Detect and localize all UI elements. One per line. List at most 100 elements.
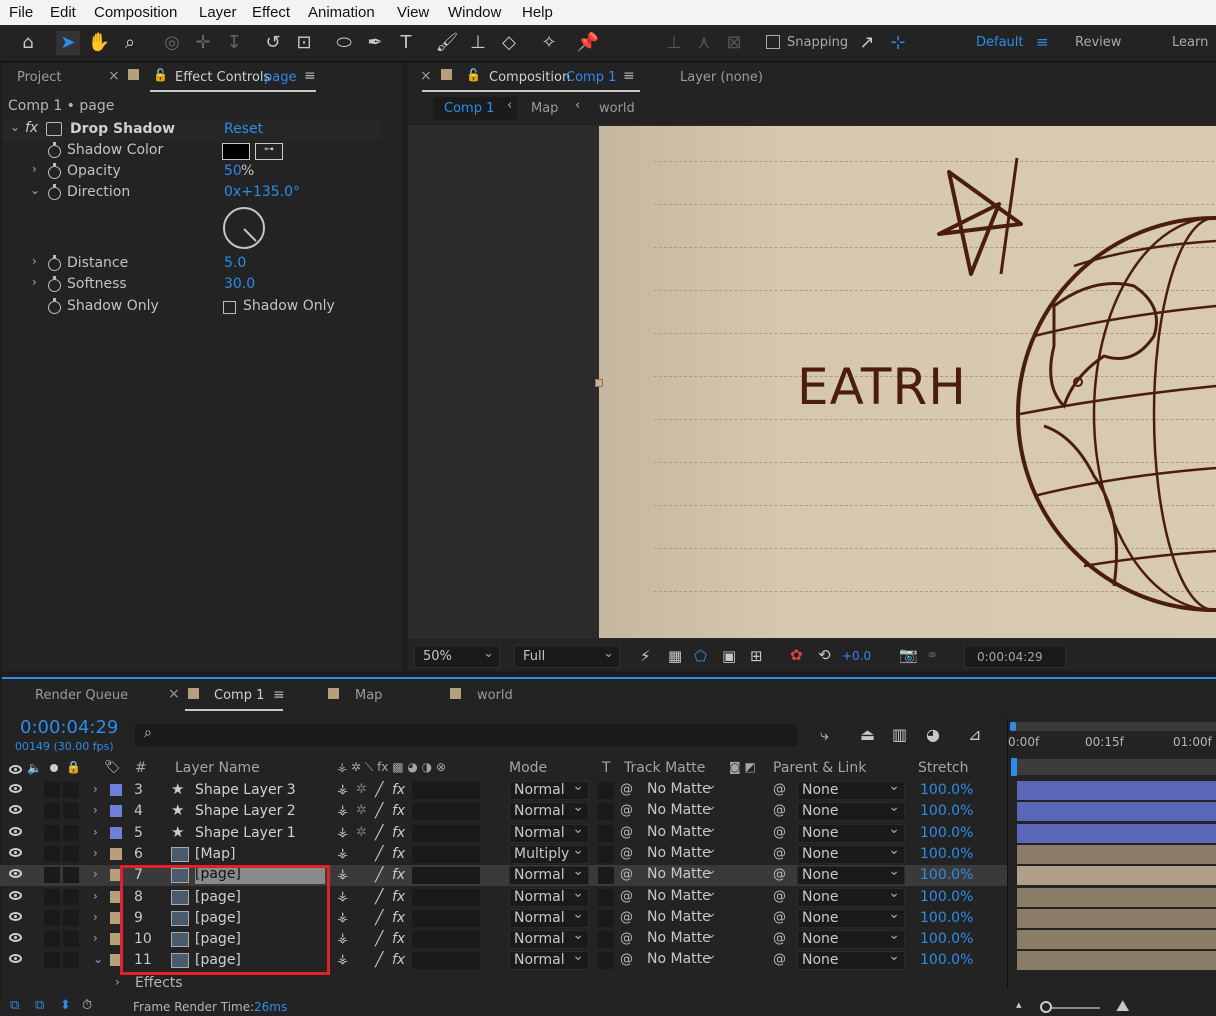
transparency-grid-icon[interactable]: ▦	[668, 647, 682, 665]
chevron-right-icon[interactable]: ›	[93, 889, 98, 903]
matte-pickwhip-icon[interactable]: @	[620, 910, 633, 925]
stopwatch-icon[interactable]	[48, 142, 61, 158]
menu-file[interactable]: File	[9, 4, 33, 21]
brush-tool-icon[interactable]: 🖌	[435, 31, 459, 55]
tab-world[interactable]: world	[477, 688, 513, 703]
quality-switch-icon[interactable]: ╱	[375, 910, 383, 926]
workspace-default[interactable]: Default	[976, 35, 1024, 50]
track-matte-dropdown[interactable]: No Matte	[643, 947, 721, 970]
menu-layer[interactable]: Layer	[199, 4, 237, 21]
fx-icon[interactable]: fx	[25, 120, 38, 136]
fx-switch-icon[interactable]: fx	[392, 782, 405, 798]
stretch-value[interactable]: 100.0%	[920, 931, 973, 947]
menu-edit[interactable]: Edit	[50, 4, 76, 21]
fast-preview-icon[interactable]: ⚡	[640, 647, 651, 665]
clone-stamp-tool-icon[interactable]: ⊥	[466, 31, 490, 55]
matte-pickwhip-icon[interactable]: @	[620, 803, 633, 818]
quality-switch-icon[interactable]: ╱	[375, 846, 383, 862]
matte-pickwhip-icon[interactable]: @	[620, 931, 633, 946]
switch-cells[interactable]	[412, 909, 480, 927]
current-timecode[interactable]: 0:00:04:29	[20, 717, 118, 738]
eyedropper-icon[interactable]: ⊶	[255, 143, 283, 160]
solo-icon[interactable]	[50, 764, 58, 772]
parent-dropdown[interactable]: None	[797, 927, 905, 950]
parent-dropdown[interactable]: None	[797, 863, 905, 886]
eye-icon[interactable]	[9, 784, 22, 793]
switch-cells[interactable]	[412, 824, 480, 842]
layer-duration-bar[interactable]	[1017, 887, 1216, 907]
quality-switch-icon[interactable]: ╱	[375, 931, 383, 947]
shy-switch-icon[interactable]: ⚶	[337, 867, 348, 882]
panel-menu-icon[interactable]: ≡	[623, 68, 635, 84]
chevron-right-icon[interactable]: ›	[93, 803, 98, 817]
switch-cells[interactable]	[412, 782, 480, 799]
layer-name[interactable]: [Map]	[195, 846, 325, 862]
parent-dropdown[interactable]: None	[797, 885, 905, 907]
stretch-value[interactable]: 100.0%	[920, 889, 973, 905]
zoom-slider[interactable]	[1044, 1007, 1100, 1009]
matte-pickwhip-icon[interactable]: @	[620, 846, 633, 861]
mask-visibility-icon[interactable]: ⬠	[694, 647, 707, 665]
softness-value[interactable]: 30.0	[224, 276, 255, 292]
stopwatch-icon[interactable]	[48, 298, 61, 314]
parent-dropdown[interactable]: None	[797, 948, 905, 971]
fx-switch-icon[interactable]: fx	[392, 846, 405, 862]
crumb-world[interactable]: world	[599, 101, 635, 116]
menu-effect[interactable]: Effect	[252, 4, 290, 21]
matte-pickwhip-icon[interactable]: @	[620, 952, 633, 967]
fx-switch-icon[interactable]: fx	[392, 825, 405, 841]
opacity-value[interactable]: 50	[224, 163, 242, 179]
switch-cells[interactable]	[412, 845, 480, 863]
stopwatch-icon[interactable]	[48, 276, 61, 292]
world-axis-icon[interactable]: ⋏	[692, 31, 716, 55]
fx-switch-icon[interactable]: fx	[392, 803, 405, 819]
type-tool-icon[interactable]: T	[394, 31, 418, 55]
fx-switch-icon[interactable]: fx	[392, 952, 405, 968]
panel-menu-icon[interactable]: ≡	[273, 687, 285, 703]
lock-icon[interactable]: 🔓	[466, 68, 481, 82]
tab-map[interactable]: Map	[355, 688, 382, 703]
puppet-pin-tool-icon[interactable]: 📌	[576, 31, 600, 55]
channel-icon[interactable]: ✿	[790, 646, 803, 664]
tab-layer[interactable]: Layer (none)	[680, 70, 763, 85]
audio-switch[interactable]	[44, 803, 60, 820]
expand-icon[interactable]: ↗	[855, 31, 879, 55]
matte-pickwhip-icon[interactable]: @	[620, 782, 633, 797]
close-icon[interactable]: ×	[168, 686, 180, 702]
mode-dropdown[interactable]: Normal	[509, 885, 589, 907]
quality-switch-icon[interactable]: ╱	[375, 803, 383, 819]
lock-icon[interactable]: 🔒	[66, 760, 81, 774]
eye-icon[interactable]	[9, 847, 22, 857]
chevron-right-icon[interactable]: ›	[32, 275, 37, 289]
layer-row[interactable]: › 3 ★ Shape Layer 3 ⚶ ✲ ╱ fx Normal @ No…	[0, 777, 1216, 801]
eraser-tool-icon[interactable]: ◇	[497, 31, 521, 55]
shy-switch-icon[interactable]: ⚶	[337, 846, 348, 861]
track-matte-dropdown[interactable]: No Matte	[643, 926, 721, 949]
snapshot-icon[interactable]: 📷	[899, 646, 918, 664]
switch-cells[interactable]	[412, 931, 480, 949]
close-icon[interactable]: ×	[108, 68, 120, 84]
eye-icon[interactable]	[9, 765, 22, 774]
track-matte-dropdown[interactable]: No Matte	[643, 841, 721, 864]
eye-icon[interactable]	[9, 826, 22, 836]
direction-dial[interactable]	[223, 207, 265, 249]
pan-camera-icon[interactable]: ✛	[191, 31, 215, 55]
snapping-checkbox[interactable]	[766, 35, 780, 49]
eye-icon[interactable]	[9, 954, 22, 964]
lock-switch[interactable]	[63, 824, 79, 841]
mode-dropdown[interactable]: Normal	[509, 863, 589, 886]
preserve-transparency-switch[interactable]	[598, 803, 614, 821]
view-axis-icon[interactable]: ⊠	[722, 31, 746, 55]
shadow-only-checkbox[interactable]	[223, 301, 236, 314]
menu-composition[interactable]: Composition	[94, 4, 177, 21]
work-area-bar[interactable]	[1014, 722, 1216, 731]
menu-help[interactable]: Help	[522, 4, 553, 21]
mode-dropdown[interactable]: Normal	[509, 799, 589, 822]
quality-switch-icon[interactable]: ╱	[375, 952, 383, 968]
mode-dropdown[interactable]: Normal	[509, 906, 589, 928]
eye-icon[interactable]	[9, 890, 22, 900]
eye-icon[interactable]	[9, 933, 22, 943]
shy-switch-icon[interactable]: ⚶	[337, 889, 348, 904]
switch-cells[interactable]	[412, 867, 480, 885]
orbit-camera-icon[interactable]: ◎	[160, 31, 184, 55]
